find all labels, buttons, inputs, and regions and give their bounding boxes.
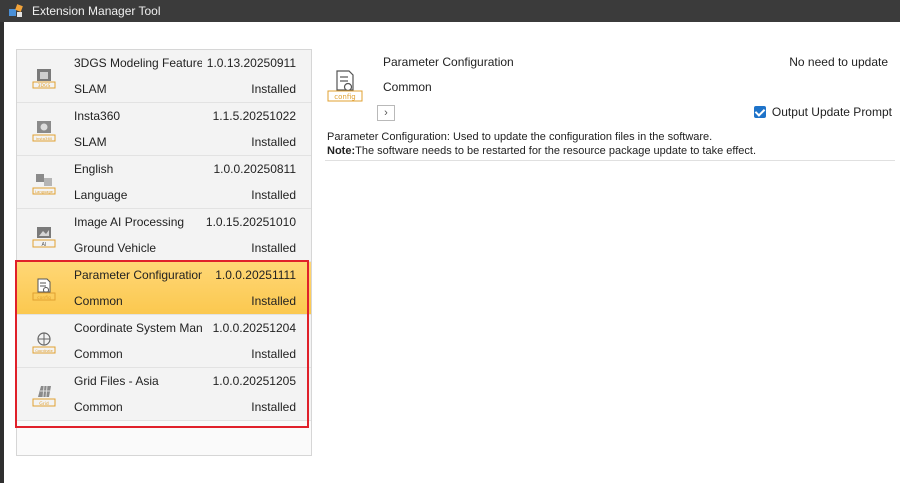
extension-status: Installed xyxy=(251,135,296,149)
expand-button[interactable]: › xyxy=(377,105,395,121)
note-text: Note:The software needs to be restarted … xyxy=(327,145,756,157)
config-icon: config xyxy=(327,70,363,102)
extension-item-parameter-configuration[interactable]: config Parameter Configuration 1.0.0.202… xyxy=(17,262,311,315)
detail-name: Parameter Configuration xyxy=(383,55,514,69)
extension-status: Installed xyxy=(251,241,296,255)
detail-category: Common xyxy=(383,80,432,94)
extension-category: Common xyxy=(74,347,123,361)
svg-text:Grid: Grid xyxy=(39,401,49,407)
extension-status: Installed xyxy=(251,82,296,96)
extension-version: 1.0.15.20251010 xyxy=(205,215,296,229)
extension-item-english[interactable]: Language English 1.0.0.20250811 Language… xyxy=(17,156,311,209)
extension-version: 1.0.13.20250911 xyxy=(206,56,296,70)
grid-icon: Grid xyxy=(32,383,56,407)
insta360-icon: Insta360 xyxy=(32,118,56,142)
3dgs-icon: 3DGS xyxy=(32,65,56,89)
update-status: No need to update xyxy=(789,55,888,69)
ai-icon: AI xyxy=(32,224,56,248)
extension-item-image-ai[interactable]: AI Image AI Processing 1.0.15.20251010 G… xyxy=(17,209,311,262)
extension-category: SLAM xyxy=(74,135,107,149)
extension-category: Language xyxy=(74,188,128,202)
extension-name: Image AI Processing xyxy=(74,215,185,229)
svg-text:3DGS: 3DGS xyxy=(38,83,51,89)
extension-version: 1.1.5.20251022 xyxy=(212,109,296,123)
extension-name: Coordinate System Manager xyxy=(74,321,202,335)
app-icon xyxy=(8,3,26,19)
window-left-edge xyxy=(0,22,4,483)
note-label: Note: xyxy=(327,145,356,157)
svg-text:config: config xyxy=(334,93,355,101)
title-bar: Extension Manager Tool xyxy=(0,0,900,22)
checkbox-checked-icon[interactable] xyxy=(753,106,766,118)
extension-category: SLAM xyxy=(74,82,107,96)
extension-status: Installed xyxy=(251,400,296,414)
extension-name: Grid Files - Asia xyxy=(74,374,159,388)
extension-item-3dgs[interactable]: 3DGS 3DGS Modeling Feature 1.0.13.202509… xyxy=(17,50,311,103)
extension-status: Installed xyxy=(251,347,296,361)
note-body: The software needs to be restarted for t… xyxy=(355,145,757,157)
svg-text:config: config xyxy=(37,295,51,301)
extension-name: 3DGS Modeling Feature xyxy=(74,56,202,70)
extension-version: 1.0.0.20251205 xyxy=(212,374,296,388)
extension-status: Installed xyxy=(251,294,296,308)
detail-divider xyxy=(325,160,895,161)
extension-name: English xyxy=(74,162,114,176)
extension-version: 1.0.0.20250811 xyxy=(213,162,296,176)
svg-text:Language: Language xyxy=(35,190,54,194)
extension-item-coordinate-system[interactable]: Coordinate Coordinate System Manager 1.0… xyxy=(17,315,311,368)
window-title: Extension Manager Tool xyxy=(32,4,161,18)
output-update-prompt-checkbox[interactable]: Output Update Prompt xyxy=(753,105,892,119)
svg-text:Insta360: Insta360 xyxy=(36,136,53,141)
language-icon: Language xyxy=(32,171,56,195)
extension-version: 1.0.0.20251111 xyxy=(215,268,296,282)
output-update-prompt-label: Output Update Prompt xyxy=(771,105,892,119)
extension-item-insta360[interactable]: Insta360 Insta360 1.1.5.20251022 SLAM In… xyxy=(17,103,311,156)
svg-text:Coordinate: Coordinate xyxy=(35,349,53,353)
extension-version: 1.0.0.20251204 xyxy=(212,321,296,335)
extension-name: Insta360 xyxy=(74,109,121,123)
svg-text:AI: AI xyxy=(42,242,47,248)
description-text: Parameter Configuration: Used to update … xyxy=(327,131,713,143)
extension-category: Ground Vehicle xyxy=(74,241,157,255)
extension-list[interactable]: 3DGS 3DGS Modeling Feature 1.0.13.202509… xyxy=(16,49,312,456)
extension-category: Common xyxy=(74,400,123,414)
chevron-right-icon: › xyxy=(384,106,388,119)
extension-status: Installed xyxy=(251,188,296,202)
coordinate-icon: Coordinate xyxy=(32,330,56,354)
extension-category: Common xyxy=(74,294,123,308)
extension-item-grid-files-asia[interactable]: Grid Grid Files - Asia 1.0.0.20251205 Co… xyxy=(17,368,311,421)
config-icon: config xyxy=(32,277,56,301)
extension-name: Parameter Configuration xyxy=(74,268,202,282)
